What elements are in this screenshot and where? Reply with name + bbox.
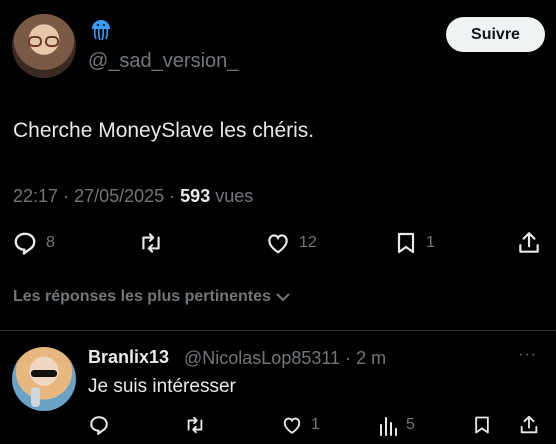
more-options-icon[interactable]: ··· [518, 346, 537, 364]
glasses-left [28, 36, 42, 47]
like-action[interactable]: 12 [265, 230, 317, 256]
reply-share-action[interactable] [518, 414, 540, 436]
tweet-text: Cherche MoneySlave les chéris. [13, 119, 315, 142]
tweet-meta: 22:17 · 27/05/2025 · 593 vues [13, 186, 253, 207]
author-avatar[interactable] [12, 14, 76, 78]
reply-text: Je suis intéresser [88, 376, 236, 397]
share-icon [520, 415, 538, 434]
meta-separator: · [63, 186, 75, 206]
reply-reply-action[interactable] [88, 414, 110, 436]
bookmark-icon [397, 232, 415, 254]
share-action[interactable] [516, 230, 542, 256]
tweet-time[interactable]: 22:17 [13, 186, 58, 206]
reply-icon [90, 416, 108, 435]
follow-button[interactable]: Suivre [446, 17, 545, 52]
reply-author-handle[interactable]: @NicolasLop85311 [184, 348, 340, 368]
reply-icon [14, 232, 36, 255]
meta-separator: · [169, 186, 181, 206]
reply-author-meta: @NicolasLop85311 · 2 m [184, 348, 386, 369]
reply-like-action[interactable]: 1 [281, 414, 320, 436]
reply-count: 8 [46, 234, 55, 251]
share-icon [519, 232, 539, 253]
sunglasses [31, 370, 57, 377]
like-icon [268, 234, 288, 254]
author-handle[interactable]: @_sad_version_ [88, 50, 238, 73]
reply-views-count: 5 [406, 416, 415, 433]
replies-sort-dropdown[interactable]: Les réponses les plus pertinentes [13, 288, 291, 306]
views-count: 593 [180, 186, 211, 206]
reply-author-name[interactable]: Branlix13 [88, 347, 169, 368]
like-icon [283, 417, 301, 434]
microphone [31, 387, 40, 407]
glasses-right [45, 36, 59, 47]
reply-views-action[interactable]: 5 [378, 414, 415, 436]
section-divider [0, 330, 556, 331]
meta-separator: · [345, 348, 357, 368]
reply-retweet-action[interactable] [183, 414, 207, 436]
tweet-date[interactable]: 27/05/2025 [74, 186, 164, 206]
bookmark-icon [475, 416, 489, 434]
retweet-action[interactable] [137, 230, 165, 256]
reply-author-avatar[interactable] [12, 347, 76, 411]
replies-sort-label: Les réponses les plus pertinentes [13, 288, 271, 305]
views-icon [380, 417, 397, 436]
reply-like-count: 1 [311, 416, 320, 433]
retweet-icon [187, 416, 203, 434]
views-label: vues [215, 186, 254, 206]
reply-action[interactable]: 8 [12, 230, 55, 256]
bookmark-action[interactable]: 1 [394, 230, 435, 256]
retweet-icon [142, 233, 160, 253]
like-count: 12 [299, 234, 317, 251]
chevron-down-icon [276, 293, 290, 302]
jellyfish-emoji-icon [92, 20, 110, 41]
bookmark-count: 1 [426, 234, 435, 251]
reply-bookmark-action[interactable] [472, 414, 492, 436]
reply-time[interactable]: 2 m [356, 348, 386, 368]
